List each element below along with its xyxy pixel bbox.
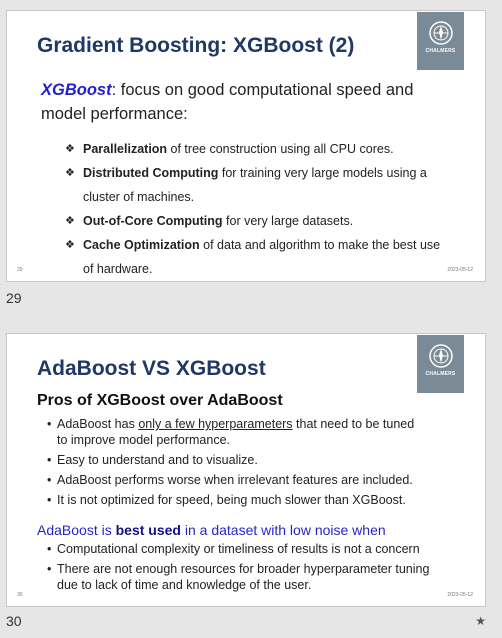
intro-text: XGBoost: focus on good computational spe… <box>41 78 441 126</box>
diamond-bullet-icon: ❖ <box>65 167 75 179</box>
star-icon[interactable]: ★ <box>475 614 486 628</box>
item-bold: Distributed Computing <box>83 166 219 180</box>
item-underline: only a few hyperparameters <box>138 417 293 431</box>
item-bold: Out-of-Core Computing <box>83 214 223 228</box>
item-text: for very large datasets. <box>222 214 354 228</box>
slide-number-label: 29 <box>6 290 22 306</box>
note-text: AdaBoost is <box>37 522 116 538</box>
section-heading: Pros of XGBoost over AdaBoost <box>37 392 283 409</box>
list-item: • There are not enough resources for broa… <box>47 561 447 593</box>
note-text: in a dataset with low noise when <box>180 522 386 538</box>
crest-icon <box>428 344 453 368</box>
list-item: • Easy to understand and to visualize. <box>47 452 427 468</box>
slide-title: AdaBoost VS XGBoost <box>37 357 266 380</box>
item-text: There are not enough resources for broad… <box>57 562 430 592</box>
list-item: • Computational complexity or timeliness … <box>47 541 447 557</box>
chalmers-logo: CHALMERS <box>417 335 464 393</box>
diamond-bullet-icon: ❖ <box>65 143 75 155</box>
dot-bullet-icon: • <box>47 562 52 576</box>
dot-bullet-icon: • <box>47 542 52 556</box>
dot-bullet-icon: • <box>47 417 52 431</box>
item-text: Computational complexity or timeliness o… <box>57 542 420 556</box>
slide-date: 2023-05-12 <box>447 592 473 598</box>
item-text: AdaBoost has <box>57 417 139 431</box>
logo-text: CHALMERS <box>425 371 456 377</box>
dot-bullet-icon: • <box>47 473 52 487</box>
slide-thumbnail-30[interactable]: AdaBoost VS XGBoost CHALMERS Pros of XGB… <box>6 333 486 607</box>
item-bold: Cache Optimization <box>83 238 200 252</box>
cases-list: • Computational complexity or timeliness … <box>47 541 447 597</box>
list-item: ❖ Out-of-Core Computing for very large da… <box>65 209 445 233</box>
item-text: of tree construction using all CPU cores… <box>167 142 394 156</box>
diamond-bullet-icon: ❖ <box>65 239 75 251</box>
diamond-bullet-icon: ❖ <box>65 215 75 227</box>
pros-list: • AdaBoost has only a few hyperparameters… <box>47 416 427 512</box>
crest-icon <box>428 21 453 45</box>
item-text: It is not optimized for speed, being muc… <box>57 493 406 507</box>
item-text: Easy to understand and to visualize. <box>57 453 258 467</box>
slide-number-label: 30 <box>6 613 22 629</box>
chalmers-logo: CHALMERS <box>417 12 464 70</box>
feature-list: ❖ Parallelization of tree construction us… <box>65 137 445 281</box>
slide-date: 2023-05-12 <box>447 267 473 273</box>
list-item: • AdaBoost performs worse when irrelevant… <box>47 472 427 488</box>
slide-thumbnail-29[interactable]: Gradient Boosting: XGBoost (2) CHALMERS … <box>6 10 486 282</box>
usage-note: AdaBoost is best used in a dataset with … <box>37 522 386 538</box>
logo-text: CHALMERS <box>425 48 456 54</box>
dot-bullet-icon: • <box>47 453 52 467</box>
slide-title: Gradient Boosting: XGBoost (2) <box>37 34 355 57</box>
list-item: • It is not optimized for speed, being mu… <box>47 492 427 508</box>
slide-page-number: 29 <box>17 267 23 273</box>
list-item: ❖ Distributed Computing for training very… <box>65 161 445 209</box>
item-bold: Parallelization <box>83 142 168 156</box>
item-text: AdaBoost performs worse when irrelevant … <box>57 473 413 487</box>
dot-bullet-icon: • <box>47 493 52 507</box>
slide-page-number: 30 <box>17 592 23 598</box>
list-item: ❖ Parallelization of tree construction us… <box>65 137 445 161</box>
note-bold: best used <box>115 522 181 538</box>
intro-keyword: XGBoost <box>41 81 112 99</box>
list-item: ❖ Cache Optimization of data and algorith… <box>65 233 445 281</box>
list-item: • AdaBoost has only a few hyperparameters… <box>47 416 427 448</box>
